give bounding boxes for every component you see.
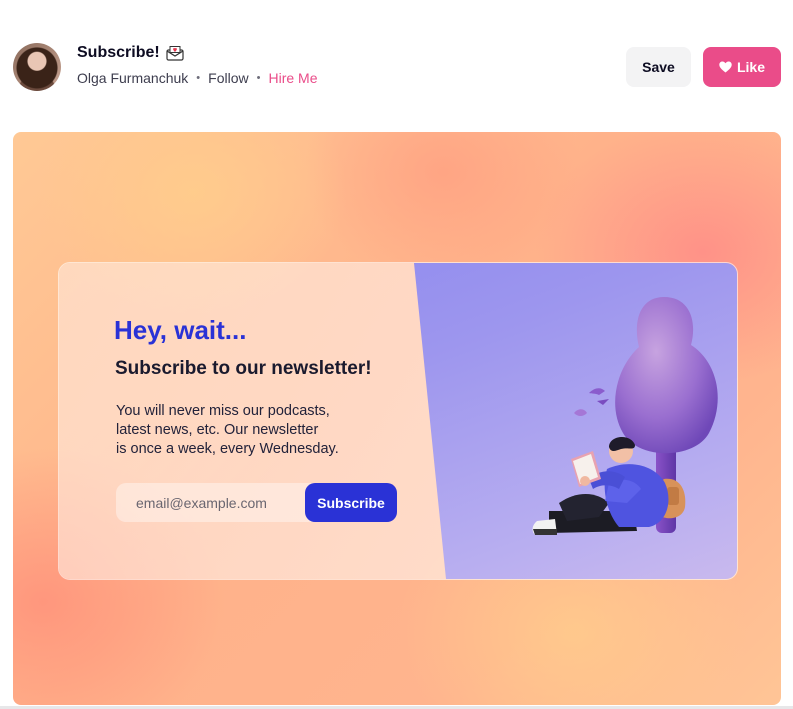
- description: You will never miss our podcasts, latest…: [116, 402, 386, 459]
- heart-icon: [719, 61, 732, 73]
- follow-link[interactable]: Follow: [208, 70, 248, 86]
- hire-me-link[interactable]: Hire Me: [268, 70, 317, 86]
- avatar[interactable]: [13, 43, 61, 91]
- save-button[interactable]: Save: [626, 47, 691, 87]
- shot-image: Hey, wait... Subscribe to our newsletter…: [13, 132, 781, 705]
- separator-dot: •: [256, 72, 261, 84]
- description-line: You will never miss our podcasts,: [116, 403, 330, 419]
- reading-person-illustration: [532, 297, 718, 535]
- shot-header: Subscribe! Olga Furmanchuk • Follow • Hi…: [0, 0, 793, 120]
- envelope-icon: [166, 46, 184, 61]
- description-line: latest news, etc. Our newsletter: [116, 422, 319, 438]
- shot-meta: Olga Furmanchuk • Follow • Hire Me: [77, 70, 317, 86]
- subscribe-button[interactable]: Subscribe: [305, 483, 397, 522]
- headline: Hey, wait...: [114, 315, 247, 345]
- author-name[interactable]: Olga Furmanchuk: [77, 70, 188, 86]
- shot-title-text: Subscribe!: [77, 44, 160, 61]
- description-line: is once a week, every Wednesday.: [116, 441, 339, 457]
- shot-title: Subscribe!: [77, 44, 184, 62]
- like-button[interactable]: Like: [703, 47, 781, 87]
- newsletter-card: Hey, wait... Subscribe to our newsletter…: [58, 262, 738, 580]
- like-label: Like: [736, 59, 765, 75]
- subheading: Subscribe to our newsletter!: [115, 358, 372, 379]
- email-field[interactable]: [116, 483, 326, 522]
- separator-dot: •: [196, 72, 201, 84]
